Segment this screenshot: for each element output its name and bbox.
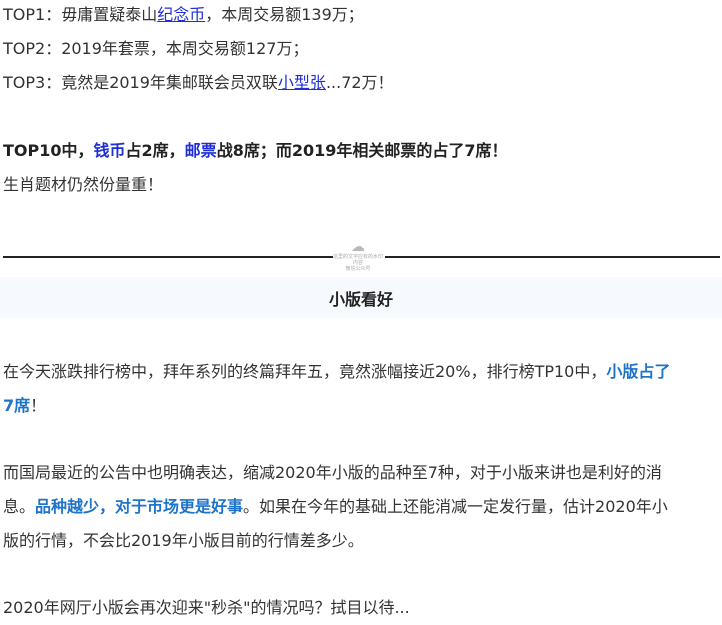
p2-highlight: 品种越少，对于市场更是好事: [35, 497, 244, 516]
p1-highlight-a: 小版占了: [606, 362, 671, 381]
paragraph-2: 而国局最近的公告中也明确表达，缩减2020年小版的品种至7种，对于小版来讲也是利…: [3, 463, 668, 550]
watermark: ☁ 这里的文字应有的水印内容 微信公众号: [333, 240, 383, 274]
divider-left: [3, 256, 333, 258]
paragraph-1: 在今天涨跌排行榜中，拜年系列的终篇拜年五，竟然涨幅接近20%，排行榜TP10中，…: [3, 362, 671, 415]
watermark-line2: 微信公众号: [345, 266, 371, 272]
top2-line: TOP2：2019年套票，本周交易额127万；: [3, 39, 309, 58]
divider-right: [385, 256, 720, 258]
souvenir-sheet-link[interactable]: 小型张: [278, 73, 326, 92]
section-title: 小版看好: [328, 290, 393, 309]
stamps-link[interactable]: 邮票: [185, 141, 217, 160]
commemorative-coin-link[interactable]: 纪念币: [157, 5, 205, 24]
p1-highlight-b: 7席: [3, 396, 31, 415]
zodiac-note: 生肖题材仍然份量重！: [3, 175, 164, 194]
watermark-line1: 这里的文字应有的水印内容: [333, 254, 384, 266]
top1-line: TOP1：毋庸置疑泰山纪念币，本周交易额139万；: [3, 5, 364, 24]
coins-link[interactable]: 钱币: [94, 141, 126, 160]
top3-line: TOP3：竟然是2019年集邮联会员双联小型张...72万！: [3, 73, 394, 92]
wechat-icon: ☁: [351, 239, 365, 255]
top10-summary: TOP10中，钱币占2席，邮票战8席；而2019年相关邮票的占了7席！: [3, 141, 508, 160]
